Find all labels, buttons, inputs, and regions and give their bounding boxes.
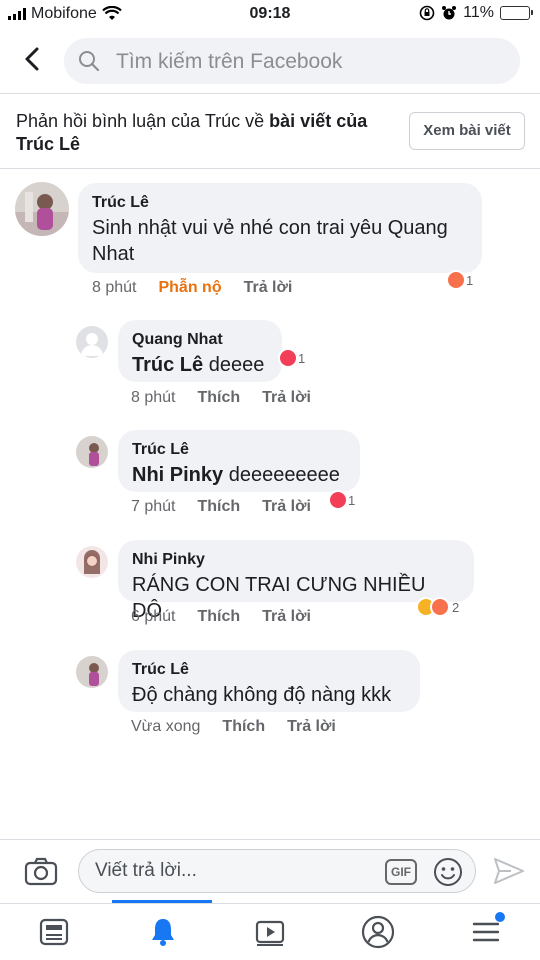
search-placeholder: Tìm kiếm trên Facebook — [116, 50, 343, 73]
tab-watch[interactable] — [250, 912, 290, 952]
angry-reaction-icon — [430, 597, 450, 617]
comment-text: Độ chàng không độ nàng kkk — [132, 684, 392, 706]
tab-notifications[interactable] — [143, 912, 183, 952]
avatar-truc-le[interactable] — [15, 182, 69, 236]
like-button[interactable]: Thích — [197, 608, 240, 626]
comment-author[interactable]: Trúc Lê — [132, 660, 406, 680]
status-bar: Mobifone 09:18 11% — [0, 0, 540, 28]
reply-placeholder: Viết trả lời... — [95, 860, 197, 881]
alarm-icon — [442, 6, 457, 20]
menu-notification-dot — [495, 912, 505, 922]
view-post-button[interactable]: Xem bài viết — [409, 112, 525, 150]
reaction-summary[interactable]: 1 — [278, 348, 305, 368]
comment-author[interactable]: Quang Nhat — [132, 330, 268, 350]
reply-input[interactable]: Viết trả lời... GIF — [78, 849, 476, 893]
search-icon — [79, 51, 100, 72]
reply-context-text: Phản hồi bình luận của Trúc về bài viết … — [16, 110, 396, 156]
reply-button[interactable]: Trả lời — [287, 718, 336, 736]
header-divider — [0, 93, 540, 94]
bell-icon — [152, 919, 174, 946]
comment-meta: 6 phút Thích Trả lời — [131, 608, 311, 626]
like-button[interactable]: Thích — [197, 389, 240, 407]
comment-text: deeee — [203, 354, 265, 376]
reaction-count: 1 — [298, 350, 306, 366]
avatar-truc-le[interactable] — [76, 436, 108, 468]
mention-tag[interactable]: Nhi Pinky — [132, 464, 223, 486]
comment-time: Vừa xong — [131, 718, 201, 735]
love-reaction-icon — [328, 490, 348, 510]
reaction-summary[interactable]: 2 — [416, 597, 459, 617]
comment-meta: 7 phút Thích Trả lời — [131, 498, 311, 516]
comment-meta: 8 phút Phẫn nộ Trả lời — [92, 279, 292, 297]
post-owner-link[interactable]: Trúc Lê — [16, 134, 80, 154]
comment-time: 8 phút — [92, 279, 137, 296]
avatar-nhi-pinky[interactable] — [76, 546, 108, 578]
angry-reaction-icon — [446, 270, 466, 290]
avatar-quang-nhat[interactable] — [76, 326, 108, 358]
reply-bubble: Quang Nhat Trúc Lê deeee — [118, 320, 282, 382]
header: Tìm kiếm trên Facebook — [0, 30, 540, 92]
profile-icon — [361, 915, 395, 949]
reply-divider — [0, 168, 540, 169]
avatar-truc-le[interactable] — [76, 656, 108, 688]
active-tab-indicator — [112, 900, 212, 903]
reaction-count: 1 — [348, 492, 356, 508]
comment-bubble: Trúc Lê Sinh nhật vui vẻ nhé con trai yê… — [78, 183, 482, 273]
search-input[interactable]: Tìm kiếm trên Facebook — [64, 38, 520, 84]
like-button[interactable]: Thích — [222, 718, 265, 736]
gif-button[interactable]: GIF — [385, 859, 417, 885]
reply-bubble: Nhi Pinky RÁNG CON TRAI CƯNG NHIỀU DÔ — [118, 540, 474, 622]
post-link[interactable]: bài viết của — [269, 111, 367, 131]
reaction-summary[interactable]: 1 — [328, 490, 355, 510]
comment-author[interactable]: Trúc Lê — [132, 440, 346, 460]
bottom-tab-bar — [0, 900, 540, 960]
reply-context-bar: Phản hồi bình luận của Trúc về bài viết … — [0, 98, 540, 168]
reaction-count: 2 — [452, 599, 460, 615]
comment-author[interactable]: Nhi Pinky — [132, 550, 460, 570]
like-button[interactable]: Thích — [197, 498, 240, 516]
angry-reaction-button[interactable]: Phẫn nộ — [158, 279, 221, 297]
reply-button[interactable]: Trả lời — [244, 279, 293, 297]
comment-text: Sinh nhật vui vẻ nhé con trai yêu Quang … — [92, 217, 448, 265]
comment-meta: Vừa xong Thích Trả lời — [131, 718, 336, 736]
love-reaction-icon — [278, 348, 298, 368]
comment-author[interactable]: Trúc Lê — [92, 193, 468, 213]
tab-profile[interactable] — [358, 912, 398, 952]
reply-bubble: Trúc Lê Độ chàng không độ nàng kkk — [118, 650, 420, 712]
orientation-lock-icon — [419, 5, 435, 21]
reply-composer: Viết trả lời... GIF — [0, 840, 540, 904]
comment-time: 8 phút — [131, 389, 176, 406]
reply-prefix: Phản hồi bình luận của Trúc về — [16, 111, 270, 131]
reply-bubble: Trúc Lê Nhi Pinky deeeeeeeee — [118, 430, 360, 492]
battery-percent: 11% — [463, 4, 494, 21]
back-arrow-icon[interactable] — [18, 44, 48, 74]
comment-time: 7 phút — [131, 498, 176, 515]
status-right: 11% — [419, 4, 533, 22]
mention-tag[interactable]: Trúc Lê — [132, 354, 203, 376]
reaction-summary[interactable]: 1 — [446, 270, 473, 290]
reply-button[interactable]: Trả lời — [262, 608, 311, 626]
camera-icon[interactable] — [24, 856, 58, 886]
comment-time: 6 phút — [131, 608, 176, 625]
reaction-count: 1 — [466, 272, 474, 288]
comment-meta: 8 phút Thích Trả lời — [131, 389, 311, 407]
reply-button[interactable]: Trả lời — [262, 498, 311, 516]
tab-news-feed[interactable] — [34, 912, 74, 952]
video-play-icon — [255, 920, 285, 946]
comment-text: deeeeeeeee — [223, 464, 340, 486]
battery-icon — [500, 6, 533, 20]
send-icon[interactable] — [493, 856, 525, 886]
sticker-smile-icon[interactable] — [433, 857, 463, 887]
reply-button[interactable]: Trả lời — [262, 389, 311, 407]
news-feed-icon — [39, 918, 69, 946]
